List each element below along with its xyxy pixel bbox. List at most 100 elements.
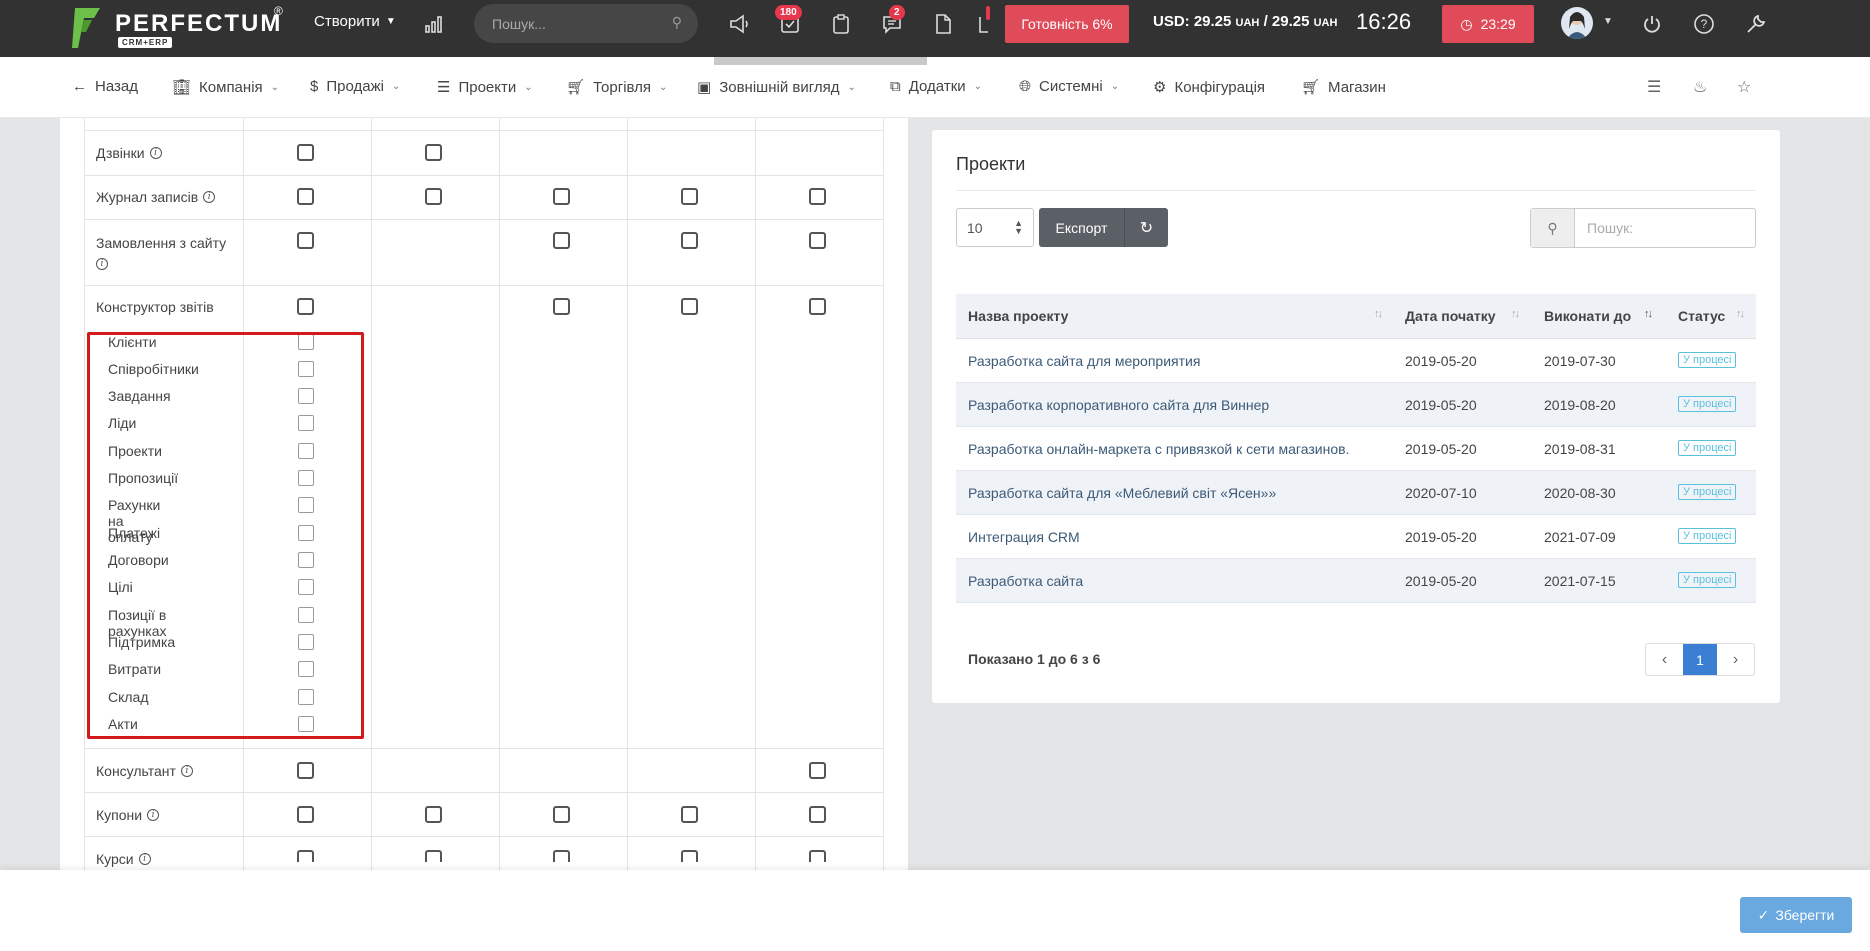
nav-back[interactable]: ← Назад — [72, 78, 138, 95]
chevron-down-icon[interactable]: ▼ — [1603, 16, 1613, 27]
next-page-button[interactable]: › — [1717, 644, 1754, 675]
project-name-link[interactable]: Разработка сайта — [968, 573, 1083, 589]
permission-checkbox[interactable] — [425, 144, 442, 161]
grid-line — [84, 175, 884, 176]
chat-count-badge: 2 — [889, 5, 905, 20]
prev-page-button[interactable]: ‹ — [1646, 644, 1683, 675]
info-icon[interactable]: i — [180, 765, 193, 777]
permission-checkbox[interactable] — [553, 298, 570, 315]
timer-button[interactable]: ◷ 23:29 — [1442, 5, 1534, 43]
table-row[interactable]: Интеграция CRM 2019-05-20 2021-07-09 У п… — [956, 515, 1756, 559]
column-header-status[interactable]: Статус — [1678, 308, 1725, 324]
nav-addons[interactable]: ⧉ Додатки ⌄ — [890, 78, 982, 95]
copy-icon: ⧉ — [890, 78, 901, 95]
nav-companies[interactable]: 🏢︎ Компанія ⌄ — [172, 78, 279, 97]
layers-icon[interactable]: ☰ — [1647, 77, 1661, 97]
permission-checkbox[interactable] — [297, 806, 314, 823]
column-header-name[interactable]: Назва проекту — [968, 308, 1068, 324]
info-icon[interactable]: i — [138, 853, 151, 865]
project-name-link[interactable]: Разработка сайта для мероприятия — [968, 353, 1200, 369]
info-icon[interactable]: i — [149, 147, 162, 159]
sort-icon[interactable]: ↑↓ — [1736, 308, 1745, 320]
sort-icon[interactable]: ↑↓ — [1374, 308, 1383, 320]
flame-icon[interactable]: ♨ — [1693, 77, 1707, 97]
column-header-start[interactable]: Дата початку — [1405, 308, 1496, 324]
perfectum-logo[interactable]: PERFECTUM ® CRM+ERP — [72, 4, 283, 50]
brand-registered: ® — [274, 4, 283, 18]
table-search-input[interactable]: ⚲ Пошук: — [1530, 208, 1756, 248]
permission-checkbox[interactable] — [681, 232, 698, 249]
sort-icon[interactable]: ↑↓ — [1511, 308, 1520, 320]
readiness-button[interactable]: Готовність 6% — [1005, 5, 1129, 43]
permission-checkbox[interactable] — [809, 232, 826, 249]
layers-icon: ☰ — [437, 79, 451, 96]
permission-checkbox[interactable] — [809, 762, 826, 779]
help-icon[interactable]: ? — [1690, 10, 1718, 38]
permission-checkbox[interactable] — [297, 144, 314, 161]
permission-checkbox[interactable] — [809, 188, 826, 205]
nav-shop[interactable]: 🛒︎ Магазин — [1301, 78, 1386, 97]
permission-checkbox[interactable] — [297, 188, 314, 205]
nav-projects[interactable]: ☰ Проекти ⌄ — [437, 78, 533, 97]
save-button[interactable]: ✓ Зберегти — [1740, 897, 1852, 933]
permission-checkbox[interactable] — [425, 806, 442, 823]
permission-checkbox[interactable] — [425, 188, 442, 205]
table-row[interactable]: Разработка корпоративного сайта для Винн… — [956, 383, 1756, 427]
info-icon[interactable]: i — [147, 809, 160, 821]
nav-config[interactable]: ⚙ Конфігурація — [1153, 78, 1265, 97]
grid-line — [499, 118, 500, 870]
sort-asc-icon[interactable]: ↑↓ — [1644, 308, 1653, 320]
permission-checkbox[interactable] — [553, 850, 570, 862]
project-name-link[interactable]: Интеграция CRM — [968, 529, 1080, 545]
search-icon: ⚲ — [671, 14, 682, 30]
nav-sales[interactable]: $ Продажі ⌄ — [310, 78, 400, 95]
info-icon[interactable]: i — [203, 191, 216, 203]
permission-checkbox[interactable] — [681, 298, 698, 315]
permission-checkbox[interactable] — [425, 850, 442, 862]
permission-checkbox[interactable] — [809, 806, 826, 823]
create-menu-button[interactable]: Створити ▼ — [314, 13, 396, 30]
page-button-current[interactable]: 1 — [1683, 644, 1717, 675]
permission-checkbox[interactable] — [681, 188, 698, 205]
megaphone-icon[interactable] — [726, 10, 754, 38]
start-date: 2020-07-10 — [1405, 485, 1477, 501]
wrench-icon[interactable] — [1742, 10, 1770, 38]
table-row[interactable]: Разработка сайта для мероприятия 2019-05… — [956, 339, 1756, 383]
permission-checkbox[interactable] — [297, 232, 314, 249]
due-date: 2020-08-30 — [1544, 485, 1616, 501]
stats-chart-icon[interactable] — [420, 10, 448, 38]
refresh-button[interactable]: ↻ — [1124, 208, 1168, 247]
page-size-select[interactable]: 10 ▲ ▼ — [956, 208, 1034, 247]
permission-checkbox[interactable] — [809, 298, 826, 315]
grid-line — [84, 748, 884, 749]
permission-checkbox[interactable] — [553, 188, 570, 205]
start-date: 2019-05-20 — [1405, 397, 1477, 413]
project-name-link[interactable]: Разработка сайта для «Меблевий світ «Ясе… — [968, 485, 1276, 501]
nav-appearance[interactable]: ▣ Зовнішній вигляд ⌄ — [697, 78, 856, 97]
nav-system[interactable]: 🌐︎ Системні ⌄ — [1019, 78, 1119, 95]
perm-row-text: Купони — [96, 807, 143, 823]
export-button[interactable]: Експорт — [1039, 208, 1124, 247]
star-icon[interactable]: ☆ — [1737, 77, 1751, 97]
info-icon[interactable]: i — [96, 258, 108, 270]
project-name-link[interactable]: Разработка онлайн-маркета с привязкой к … — [968, 441, 1349, 457]
permission-checkbox[interactable] — [681, 850, 698, 862]
power-icon[interactable] — [1638, 10, 1666, 38]
permission-checkbox[interactable] — [297, 850, 314, 862]
clipboard-icon[interactable] — [827, 10, 855, 38]
permission-checkbox[interactable] — [297, 762, 314, 779]
table-row[interactable]: Разработка сайта для «Меблевий світ «Ясе… — [956, 471, 1756, 515]
file-icon[interactable] — [929, 10, 957, 38]
avatar[interactable] — [1561, 7, 1593, 39]
project-name-link[interactable]: Разработка корпоративного сайта для Винн… — [968, 397, 1269, 413]
permission-checkbox[interactable] — [297, 298, 314, 315]
nav-trade[interactable]: 🛒︎ Торгівля ⌄ — [566, 78, 667, 97]
permission-checkbox[interactable] — [553, 232, 570, 249]
permission-checkbox[interactable] — [553, 806, 570, 823]
global-search-input[interactable]: Пошук... ⚲ — [474, 4, 698, 43]
permission-checkbox[interactable] — [809, 850, 826, 862]
table-row[interactable]: Разработка онлайн-маркета с привязкой к … — [956, 427, 1756, 471]
column-header-due[interactable]: Виконати до — [1544, 308, 1631, 324]
permission-checkbox[interactable] — [681, 806, 698, 823]
table-row[interactable]: Разработка сайта 2019-05-20 2021-07-15 У… — [956, 559, 1756, 603]
